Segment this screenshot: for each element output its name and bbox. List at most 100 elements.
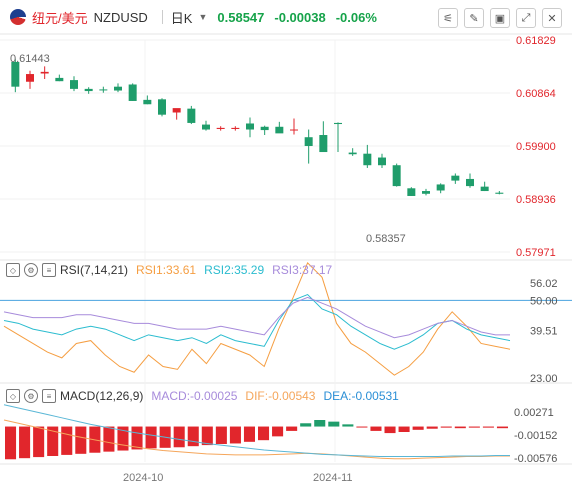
macd-bar — [454, 426, 466, 429]
price-tick-label: 0.60864 — [516, 88, 556, 100]
macd-bar — [370, 426, 382, 431]
candle-body — [348, 152, 357, 155]
candle-body — [40, 71, 49, 74]
macd-legend: ◇ ⚙ ≡ MACD(12,26,9) MACD:-0.00025 DIF:-0… — [6, 389, 399, 403]
rsi-series: 56.02 50.00 39.51 23.00 — [0, 262, 572, 385]
macd-tick-label: 0.00271 — [514, 407, 554, 419]
collapse-icon[interactable]: ◇ — [6, 389, 20, 403]
time-axis: 2024-10 2024-11 — [123, 472, 353, 484]
settings-icon[interactable]: ⚙ — [24, 263, 38, 277]
rsi-line-3 — [3, 296, 510, 339]
macd-bar — [187, 426, 199, 447]
macd-bar — [328, 421, 340, 427]
candle-body — [378, 157, 386, 166]
candle-body — [128, 84, 137, 101]
macd-bar — [468, 426, 480, 428]
candle-body — [275, 126, 284, 134]
macd-bar — [33, 426, 45, 458]
candle-body — [11, 61, 20, 87]
price-tick-label: 0.61829 — [516, 35, 556, 47]
macd-bar — [145, 426, 157, 449]
candle-body — [363, 153, 372, 166]
macd-bar — [342, 424, 354, 427]
rsi-line-2 — [3, 293, 511, 350]
candle-body — [246, 123, 254, 130]
macd-bar — [75, 426, 87, 454]
rsi-tick-label: 39.51 — [530, 326, 558, 338]
candle-body — [143, 99, 152, 105]
macd-bar — [286, 426, 298, 431]
macd-series: 0.00271 -0.00152 -0.00576 — [3, 404, 557, 465]
rsi-tick-label: 23.00 — [530, 373, 558, 385]
macd-label[interactable]: MACD(12,26,9) — [60, 389, 143, 403]
macd-bar — [398, 426, 410, 432]
macd-bar — [103, 426, 115, 452]
candle-body — [114, 86, 122, 91]
low-annotation: 0.58357 — [366, 233, 406, 245]
macd-bar — [300, 423, 312, 427]
macd-bar — [173, 426, 185, 448]
candle-body — [216, 127, 225, 129]
macd-bar — [61, 426, 73, 455]
price-axis: 0.61829 0.60864 0.59900 0.58936 0.57971 — [516, 35, 556, 259]
price-tick-label: 0.59900 — [516, 141, 556, 153]
macd-tick-label: -0.00576 — [514, 453, 557, 465]
rsi1-value: RSI1:33.61 — [136, 263, 197, 277]
macd-bar — [384, 426, 396, 434]
time-tick-label: 2024-10 — [123, 472, 163, 484]
price-tick-label: 0.57971 — [516, 247, 556, 259]
collapse-icon[interactable]: ◇ — [6, 263, 20, 277]
macd-bar — [201, 426, 213, 446]
candle-body — [334, 122, 342, 125]
price-tick-label: 0.58936 — [516, 194, 556, 206]
candle-body — [84, 88, 93, 92]
dif-value: DIF:-0.00543 — [245, 389, 316, 403]
macd-tick-label: -0.00152 — [514, 430, 557, 442]
high-annotation: 0.61443 — [10, 53, 50, 65]
candle-body — [202, 124, 210, 130]
candle-body — [422, 191, 430, 194]
indicator-menu-icon[interactable]: ≡ — [42, 389, 56, 403]
rsi-line-1 — [3, 262, 511, 376]
candle-body — [231, 127, 240, 129]
macd-bar — [243, 426, 255, 442]
rsi-tick-label: 56.02 — [530, 278, 558, 290]
macd-bar — [426, 426, 438, 429]
rsi2-value: RSI2:35.29 — [204, 263, 265, 277]
settings-icon[interactable]: ⚙ — [24, 389, 38, 403]
candle-body — [451, 175, 460, 181]
candle-body — [407, 188, 416, 196]
macd-bar — [19, 426, 31, 459]
candle-body — [319, 135, 328, 153]
indicator-menu-icon[interactable]: ≡ — [42, 263, 56, 277]
candle-body — [290, 129, 298, 131]
candle-body — [466, 178, 474, 187]
macd-bar — [496, 426, 508, 429]
dea-value: DEA:-0.00531 — [323, 389, 399, 403]
time-tick-label: 2024-11 — [313, 472, 353, 484]
rsi-legend: ◇ ⚙ ≡ RSI(7,14,21) RSI1:33.61 RSI2:35.29… — [6, 263, 332, 277]
macd-bar — [272, 426, 284, 437]
candle-body — [26, 74, 34, 82]
candle-body — [495, 192, 504, 194]
candle-body — [187, 108, 196, 123]
macd-bar — [131, 426, 143, 450]
macd-bar — [215, 426, 227, 444]
candle-body — [304, 137, 313, 146]
macd-bar — [482, 426, 494, 428]
candle-body — [99, 89, 108, 91]
candlestick-series — [11, 59, 504, 196]
candle-body — [55, 77, 64, 82]
macd-bar — [258, 426, 270, 441]
candle-body — [436, 184, 445, 191]
chart-canvas[interactable]: 0.61829 0.60864 0.59900 0.58936 0.57971 56.0… — [0, 0, 572, 491]
candle-body — [158, 99, 166, 115]
candle-body — [70, 80, 78, 89]
macd-bar — [314, 420, 326, 427]
rsi-label[interactable]: RSI(7,14,21) — [60, 263, 128, 277]
candle-body — [172, 108, 181, 113]
macd-bar — [440, 426, 452, 428]
rsi-tick-label: 50.00 — [530, 295, 558, 307]
candle-body — [392, 165, 401, 187]
macd-value: MACD:-0.00025 — [151, 389, 238, 403]
